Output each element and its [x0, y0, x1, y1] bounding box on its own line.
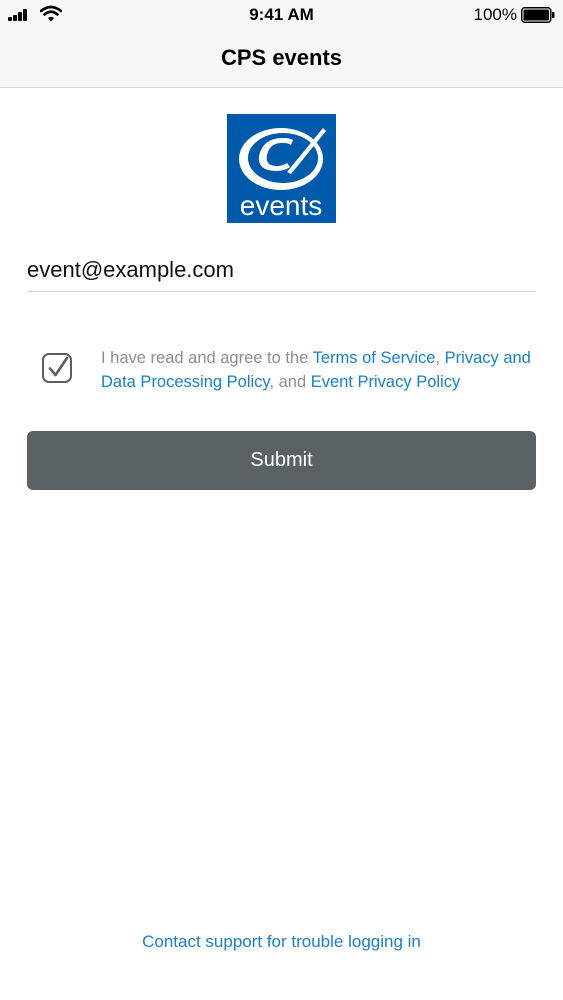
navigation-bar: CPS events [0, 30, 563, 88]
terms-separator: , [435, 349, 445, 367]
submit-button[interactable]: Submit [27, 431, 536, 490]
terms-of-service-link[interactable]: Terms of Service [313, 349, 436, 367]
battery-icon [521, 7, 555, 23]
cps-events-logo: events [227, 114, 336, 223]
contact-support-link[interactable]: Contact support for trouble logging in [0, 932, 563, 952]
status-bar: 9:41 AM 100% [0, 0, 563, 30]
checkmark-icon [48, 356, 69, 377]
email-field[interactable] [27, 252, 536, 292]
terms-prefix: I have read and agree to the [101, 349, 313, 367]
terms-separator-and: , and [269, 373, 311, 391]
event-privacy-policy-link[interactable]: Event Privacy Policy [311, 373, 460, 391]
battery-percent: 100% [473, 5, 517, 24]
logo-text: events [240, 190, 323, 221]
terms-agreement-text: I have read and agree to the Terms of Se… [101, 346, 541, 394]
page-title: CPS events [220, 45, 343, 70]
agree-checkbox[interactable] [42, 353, 72, 383]
